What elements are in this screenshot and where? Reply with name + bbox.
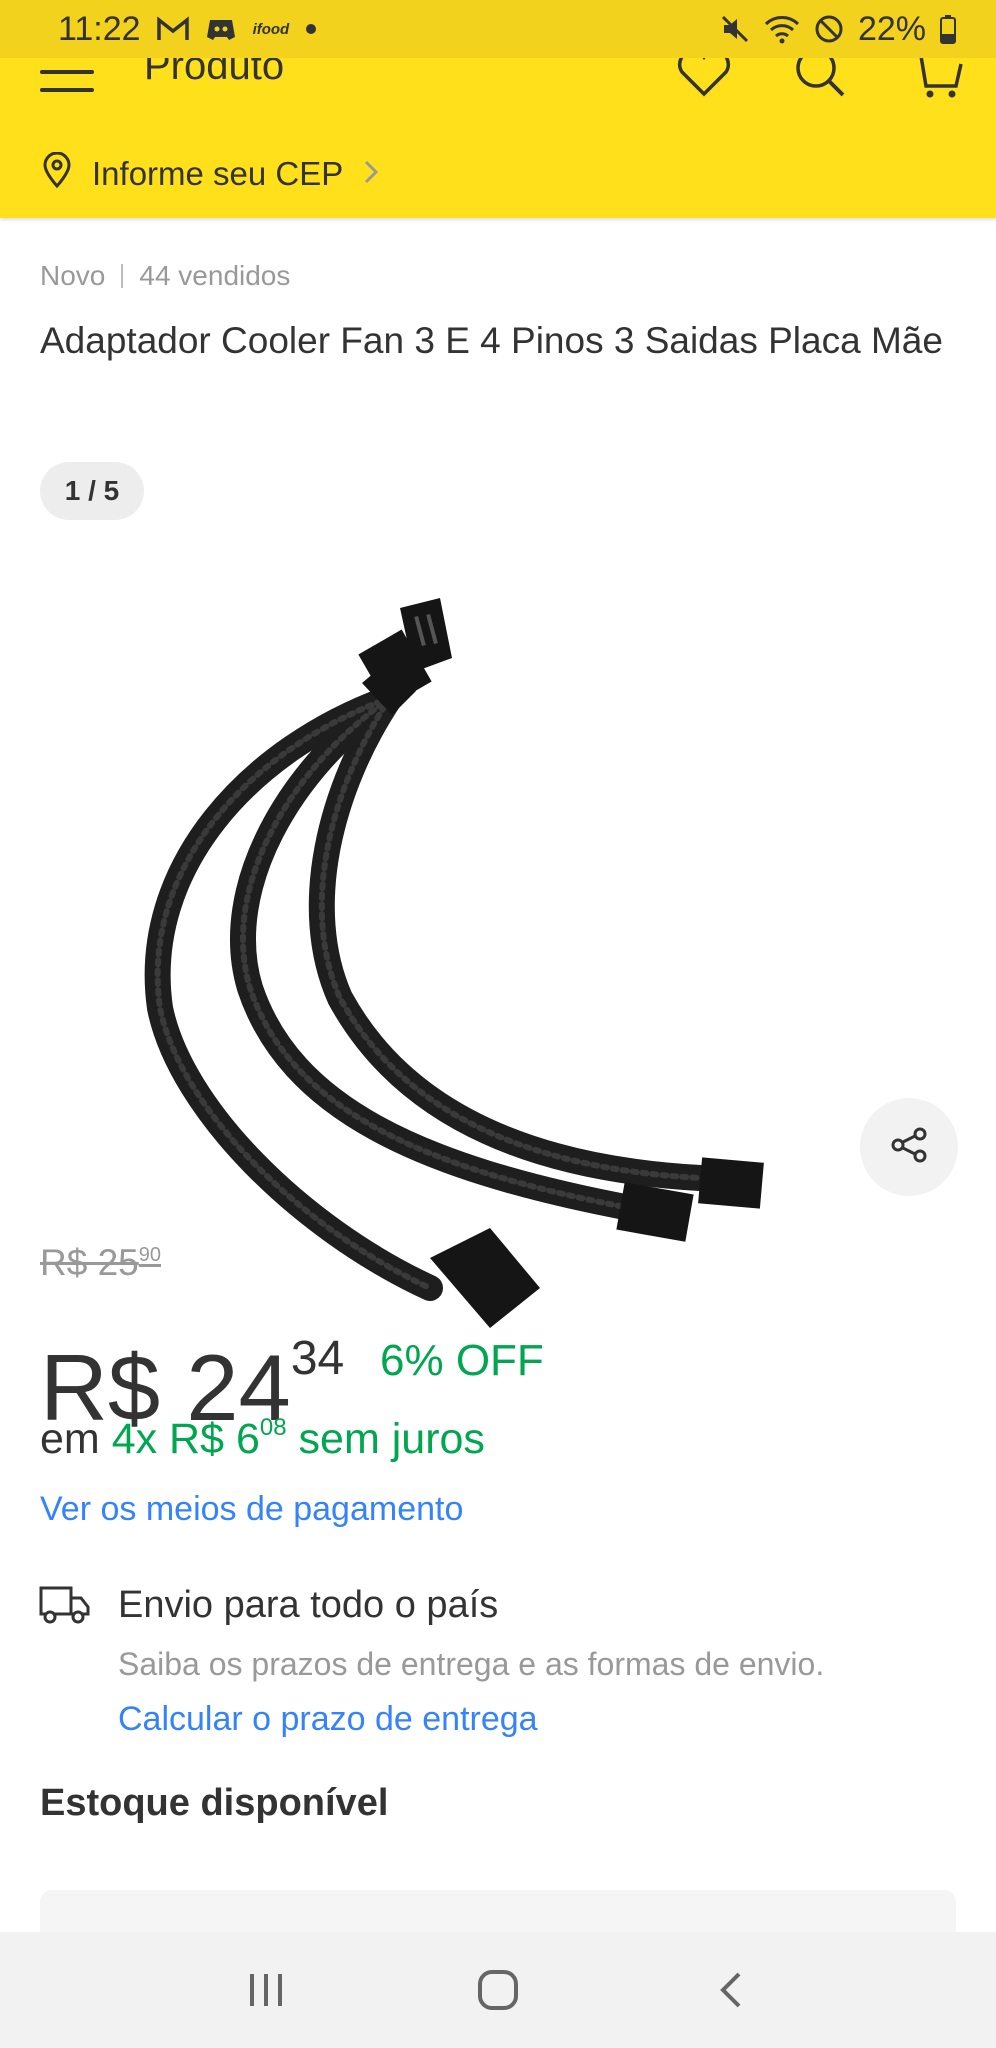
do-not-disturb-icon (814, 14, 844, 44)
home-button[interactable] (468, 1960, 528, 2020)
condition-label: Novo (40, 260, 106, 291)
product-title: Adaptador Cooler Fan 3 E 4 Pinos 3 Saida… (40, 320, 943, 361)
wifi-icon (764, 14, 800, 44)
installment-prefix: em (40, 1415, 100, 1463)
system-nav-bar (0, 1932, 996, 2048)
menu-icon[interactable] (40, 66, 94, 96)
cep-label: Informe seu CEP (92, 155, 344, 192)
original-price-main: R$ 25 (40, 1242, 139, 1283)
payment-methods-link[interactable]: Ver os meios de pagamento (40, 1490, 463, 1529)
ifood-icon: ifood (252, 20, 290, 38)
divider (121, 264, 124, 288)
installments: em 4x R$ 608 sem juros (40, 1414, 485, 1464)
calculate-delivery-link[interactable]: Calcular o prazo de entrega (118, 1700, 538, 1739)
app-header: Produto Informe seu CEP (0, 58, 996, 218)
heart-icon[interactable] (674, 58, 734, 102)
truck-icon (38, 1582, 90, 1626)
cart-icon[interactable] (906, 58, 966, 102)
stock-title: Estoque disponível (40, 1782, 389, 1824)
discount-badge: 6% OFF (380, 1336, 544, 1385)
product-meta: Novo 44 vendidos (40, 260, 290, 292)
installment-cents: 08 (259, 1414, 287, 1441)
installment-value: 4x R$ 608 sem juros (111, 1414, 485, 1463)
gmail-icon (156, 16, 189, 42)
battery-icon (940, 14, 956, 44)
shipping-subtitle: Saiba os prazos de entrega e as formas d… (118, 1646, 825, 1682)
image-counter: 1 / 5 (40, 462, 144, 520)
back-button[interactable] (700, 1960, 760, 2020)
shipping-title: Envio para todo o país (118, 1584, 499, 1626)
installment-suffix: sem juros (298, 1415, 485, 1463)
sold-count: 44 vendidos (139, 260, 291, 291)
share-button[interactable] (860, 1098, 958, 1196)
page-title: Produto (144, 58, 285, 88)
original-price-cents: 90 (138, 1244, 161, 1266)
dot-icon (305, 23, 317, 35)
recent-apps-button[interactable] (236, 1960, 296, 2020)
current-price-cents: 34 (290, 1332, 345, 1385)
search-icon[interactable] (790, 58, 850, 102)
mute-icon (720, 14, 750, 44)
status-bar: 11:22 ifood 22% (0, 0, 996, 58)
discord-icon (205, 16, 237, 42)
location-pin-icon (42, 151, 72, 196)
installment-main: 4x R$ 6 (111, 1415, 260, 1463)
original-price: R$ 2590 (40, 1242, 161, 1284)
product-image[interactable] (100, 468, 900, 1368)
cep-selector[interactable]: Informe seu CEP (42, 146, 379, 202)
battery-percent: 22% (857, 9, 926, 48)
share-icon (889, 1125, 929, 1170)
chevron-right-icon (363, 155, 379, 193)
status-time: 11:22 (58, 9, 141, 48)
